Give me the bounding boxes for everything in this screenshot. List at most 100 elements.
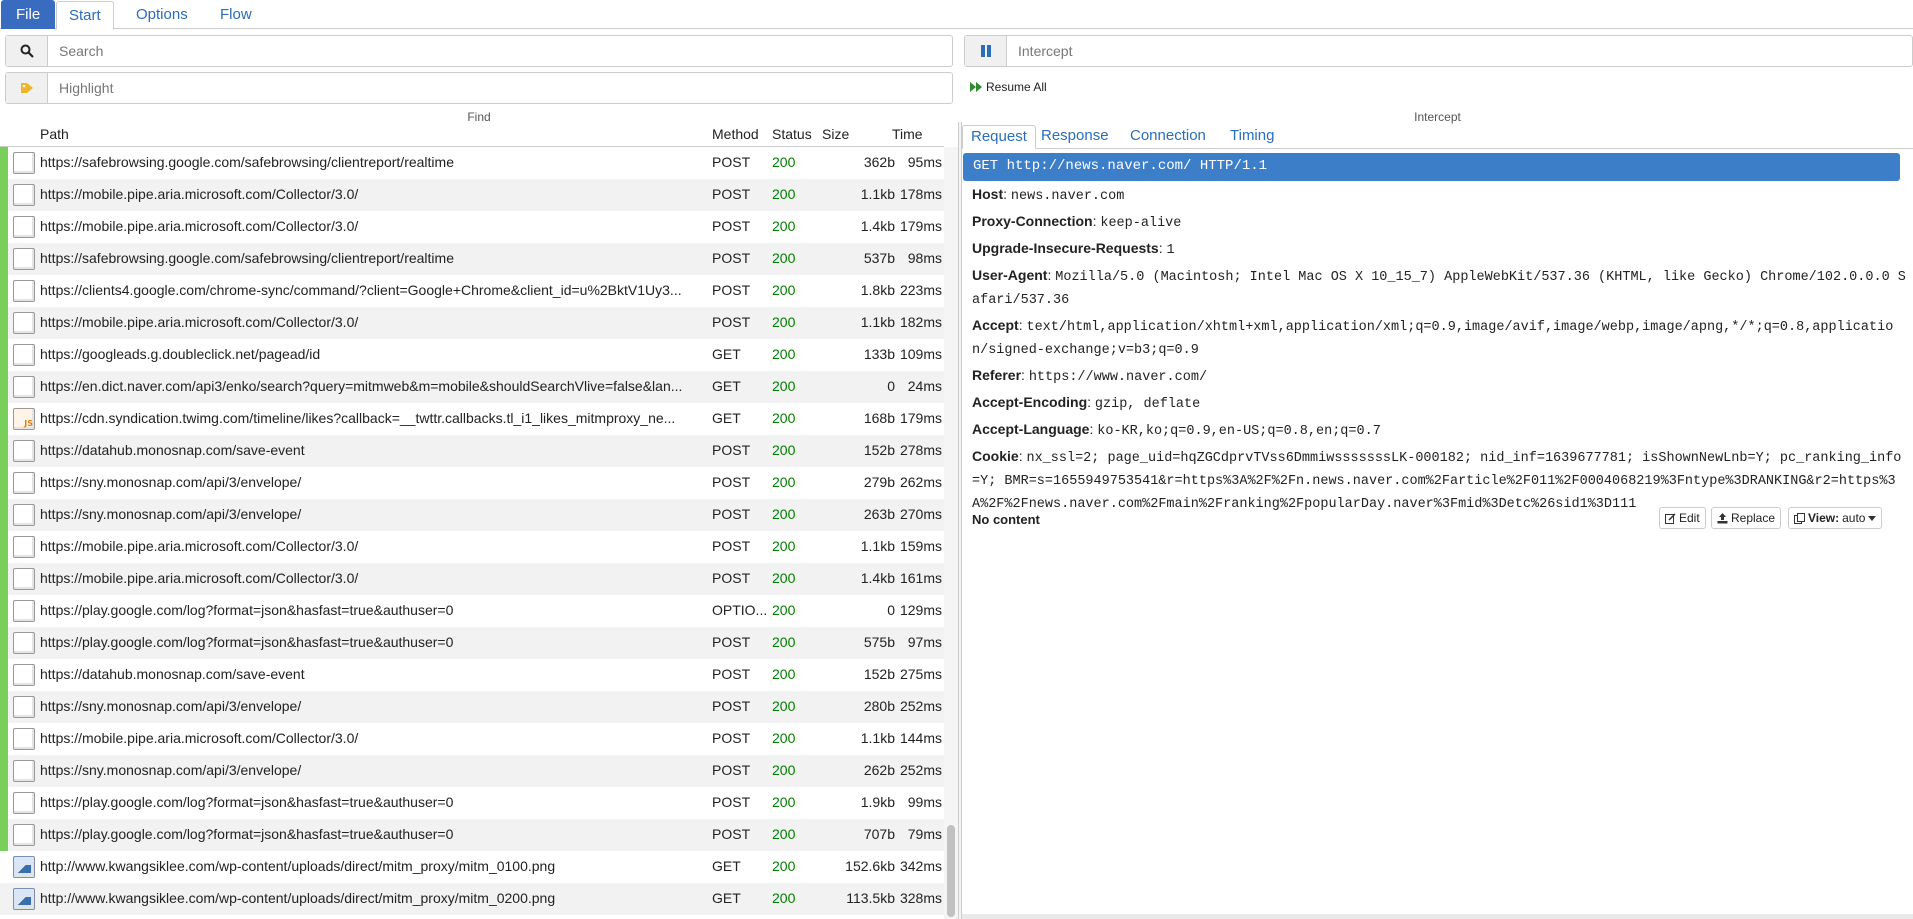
flow-table-scrollbar[interactable] — [944, 147, 958, 919]
edit-button[interactable]: Edit — [1659, 507, 1706, 529]
document-icon — [13, 792, 35, 814]
main-tab-bar: File Start Options Flow — [0, 0, 1913, 30]
table-row[interactable]: https://datahub.monosnap.com/save-event P… — [0, 659, 944, 691]
column-header-path[interactable]: Path — [40, 126, 69, 142]
header-row[interactable]: Accept: text/html,application/xhtml+xml,… — [972, 315, 1907, 361]
table-row[interactable]: https://play.google.com/log?format=json&… — [0, 627, 944, 659]
flow-status: 200 — [772, 314, 796, 330]
resume-all-button[interactable]: Resume All — [970, 80, 1047, 94]
highlight-input[interactable] — [49, 73, 949, 103]
table-row[interactable]: https://clients4.google.com/chrome-sync/… — [0, 275, 944, 307]
tab-connection[interactable]: Connection — [1122, 125, 1214, 149]
table-row[interactable]: https://datahub.monosnap.com/save-event P… — [0, 435, 944, 467]
flow-path: https://datahub.monosnap.com/save-event — [40, 442, 305, 458]
request-line[interactable]: GET http://news.naver.com/ HTTP/1.1 — [963, 153, 1900, 181]
header-name: Host — [972, 186, 1004, 202]
flow-time: 144ms — [899, 730, 942, 746]
flow-path: https://googleads.g.doubleclick.net/page… — [40, 346, 321, 362]
table-row[interactable]: https://cdn.syndication.twimg.com/timeli… — [0, 403, 944, 435]
document-icon — [13, 472, 35, 494]
highlight-group — [5, 72, 953, 104]
table-row[interactable]: https://play.google.com/log?format=json&… — [0, 819, 944, 851]
flow-path: https://sny.monosnap.com/api/3/envelope/ — [40, 698, 302, 714]
flow-time: 109ms — [899, 346, 942, 362]
tab-response[interactable]: Response — [1033, 125, 1117, 149]
tab-start[interactable]: Start — [56, 1, 114, 30]
copy-icon — [1794, 512, 1805, 524]
document-icon — [13, 536, 35, 558]
tab-timing[interactable]: Timing — [1222, 125, 1282, 149]
intercept-input[interactable] — [1008, 36, 1908, 66]
detail-bottom-scrollbar[interactable] — [962, 914, 1913, 919]
flow-time: 159ms — [899, 538, 942, 554]
flow-path: https://mobile.pipe.aria.microsoft.com/C… — [40, 538, 359, 554]
header-row[interactable]: Host: news.naver.com — [972, 184, 1907, 207]
table-row[interactable]: http://www.kwangsiklee.com/wp-content/up… — [0, 851, 944, 883]
table-row[interactable]: https://sny.monosnap.com/api/3/envelope/… — [0, 499, 944, 531]
flow-status: 200 — [772, 442, 796, 458]
table-row[interactable]: https://mobile.pipe.aria.microsoft.com/C… — [0, 179, 944, 211]
flow-time: 182ms — [899, 314, 942, 330]
search-input[interactable] — [49, 36, 949, 66]
header-row[interactable]: Upgrade-Insecure-Requests: 1 — [972, 238, 1907, 261]
scrollbar-thumb[interactable] — [947, 825, 955, 917]
header-row[interactable]: Referer: https://www.naver.com/ — [972, 365, 1907, 388]
document-icon — [13, 376, 35, 398]
view-mode-dropdown[interactable]: View: auto — [1788, 507, 1883, 529]
replace-button[interactable]: Replace — [1711, 507, 1782, 529]
column-header-time[interactable]: Time — [892, 126, 923, 142]
flow-method: POST — [712, 154, 751, 170]
table-row[interactable]: https://mobile.pipe.aria.microsoft.com/C… — [0, 307, 944, 339]
tab-flow[interactable]: Flow — [208, 1, 264, 29]
column-header-size[interactable]: Size — [822, 126, 849, 142]
table-row[interactable]: https://mobile.pipe.aria.microsoft.com/C… — [0, 531, 944, 563]
flow-time: 95ms — [907, 154, 942, 170]
flow-status-bar — [0, 819, 8, 851]
file-menu-button[interactable]: File — [1, 0, 56, 29]
table-row[interactable]: http://www.kwangsiklee.com/wp-content/up… — [0, 883, 944, 915]
header-row[interactable]: Cookie: nx_ssl=2; page_uid=hqZGCdprvTVss… — [972, 446, 1907, 515]
flow-status-bar — [0, 179, 8, 211]
fast-forward-icon — [970, 82, 982, 92]
flow-time: 278ms — [899, 442, 942, 458]
header-value: https://www.naver.com/ — [1028, 370, 1208, 385]
table-row[interactable]: https://safebrowsing.google.com/safebrow… — [0, 243, 944, 275]
tab-options[interactable]: Options — [124, 1, 200, 29]
header-row[interactable]: Proxy-Connection: keep-alive — [972, 211, 1907, 234]
table-row[interactable]: https://sny.monosnap.com/api/3/envelope/… — [0, 467, 944, 499]
header-row[interactable]: User-Agent: Mozilla/5.0 (Macintosh; Inte… — [972, 265, 1907, 311]
flow-time: 223ms — [899, 282, 942, 298]
table-row[interactable]: https://googleads.g.doubleclick.net/page… — [0, 339, 944, 371]
flow-path: https://mobile.pipe.aria.microsoft.com/C… — [40, 218, 359, 234]
flow-path: https://en.dict.naver.com/api3/enko/sear… — [40, 378, 683, 394]
header-name: Upgrade-Insecure-Requests — [972, 240, 1159, 256]
flow-path: https://sny.monosnap.com/api/3/envelope/ — [40, 474, 302, 490]
tab-request[interactable]: Request — [962, 125, 1036, 149]
header-row[interactable]: Accept-Language: ko-KR,ko;q=0.9,en-US;q=… — [972, 419, 1907, 442]
table-row[interactable]: https://en.dict.naver.com/api3/enko/sear… — [0, 371, 944, 403]
header-value: Mozilla/5.0 (Macintosh; Intel Mac OS X 1… — [972, 270, 1906, 308]
table-row[interactable]: https://mobile.pipe.aria.microsoft.com/C… — [0, 211, 944, 243]
document-icon — [13, 568, 35, 590]
pause-icon[interactable] — [965, 36, 1007, 66]
column-header-status[interactable]: Status — [772, 126, 812, 142]
table-row[interactable]: https://play.google.com/log?format=json&… — [0, 595, 944, 627]
flow-status-bar — [0, 307, 8, 339]
table-row[interactable]: https://mobile.pipe.aria.microsoft.com/C… — [0, 723, 944, 755]
column-header-method[interactable]: Method — [712, 126, 759, 142]
table-row[interactable]: https://safebrowsing.google.com/safebrow… — [0, 147, 944, 179]
header-separator: : — [1158, 240, 1167, 256]
table-row[interactable]: https://sny.monosnap.com/api/3/envelope/… — [0, 755, 944, 787]
flow-status: 200 — [772, 506, 796, 522]
header-row[interactable]: Accept-Encoding: gzip, deflate — [972, 392, 1907, 415]
flow-table: Path Method Status Size Time https://saf… — [0, 122, 958, 919]
table-row[interactable]: https://mobile.pipe.aria.microsoft.com/C… — [0, 563, 944, 595]
document-icon — [13, 632, 35, 654]
flow-status: 200 — [772, 858, 796, 874]
flow-status: 200 — [772, 346, 796, 362]
table-row[interactable]: https://play.google.com/log?format=json&… — [0, 787, 944, 819]
flow-method: POST — [712, 762, 751, 778]
flow-status: 200 — [772, 698, 796, 714]
resume-all-label: Resume All — [986, 80, 1047, 94]
table-row[interactable]: https://sny.monosnap.com/api/3/envelope/… — [0, 691, 944, 723]
